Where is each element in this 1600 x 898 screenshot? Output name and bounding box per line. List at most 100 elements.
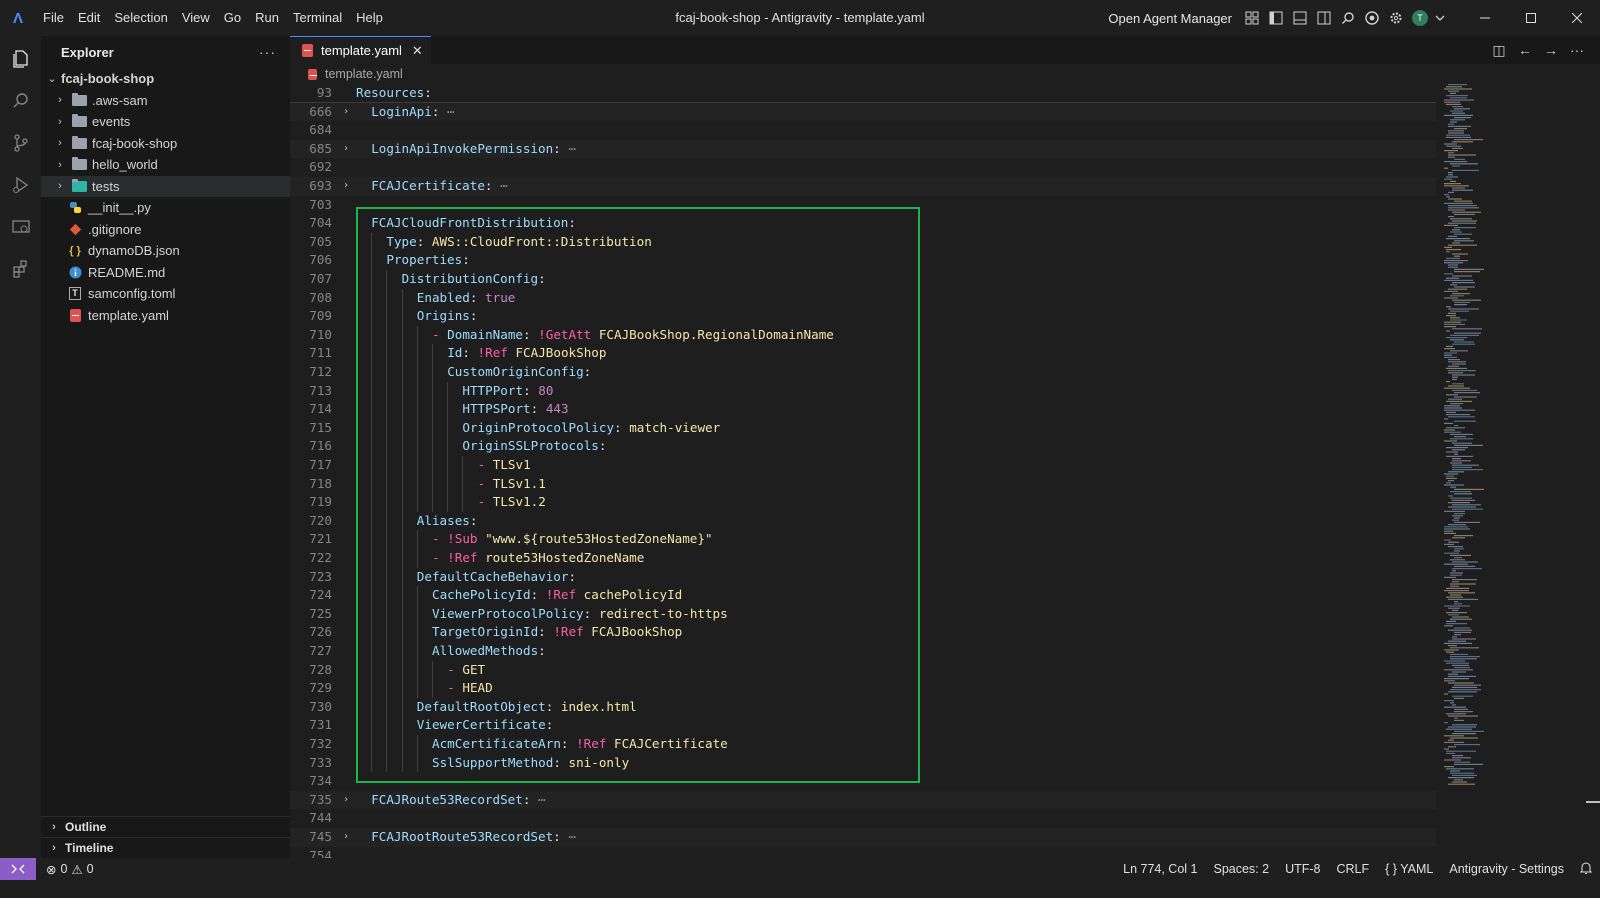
toggle-secondary-sidebar-icon[interactable] <box>1312 0 1336 36</box>
code-line[interactable]: 705 Type: AWS::CloudFront::Distribution <box>290 232 1436 252</box>
tree-folder[interactable]: › .aws-sam <box>41 90 290 112</box>
go-back-icon[interactable]: ← <box>1512 42 1538 58</box>
breadcrumb-file[interactable]: template.yaml <box>325 67 403 81</box>
tree-folder[interactable]: › tests <box>41 175 290 197</box>
code-editor[interactable]: 93 Resources: 666 › LoginApi: ⋯ 684 685 › LoginA… <box>290 84 1436 858</box>
tree-file[interactable]: { } dynamoDB.json <box>41 240 290 262</box>
code-line[interactable]: 709 Origins: <box>290 307 1436 326</box>
close-window-button[interactable] <box>1554 0 1600 36</box>
code-line[interactable]: 729 - HEAD <box>290 679 1436 698</box>
code-line[interactable]: 723 DefaultCacheBehavior: <box>290 567 1436 587</box>
code-line[interactable]: 716 OriginSSLProtocols: <box>290 437 1436 456</box>
tree-file[interactable]: .gitignore <box>41 219 290 241</box>
code-line[interactable]: 724 CachePolicyId: !Ref cachePolicyId <box>290 586 1436 605</box>
indentation[interactable]: Spaces: 2 <box>1205 862 1277 876</box>
fold-chevron-icon[interactable]: › <box>340 177 352 196</box>
vertical-scrollbar[interactable] <box>1556 84 1600 858</box>
menu-help[interactable]: Help <box>349 0 390 36</box>
tree-folder[interactable]: › events <box>41 111 290 133</box>
code-line[interactable]: 721 - !Sub "www.${route53HostedZoneName}" <box>290 530 1436 549</box>
run-debug-icon[interactable] <box>0 164 41 206</box>
account-avatar[interactable]: T <box>1408 0 1432 36</box>
tree-file[interactable]: __init__.py <box>41 197 290 219</box>
folded-code-line[interactable]: 685 › LoginApiInvokePermission: ⋯ <box>290 139 1436 159</box>
code-line[interactable]: 722 - !Ref route53HostedZoneName <box>290 549 1436 568</box>
code-line[interactable]: 731 ViewerCertificate: <box>290 716 1436 735</box>
settings-status[interactable]: Antigravity - Settings <box>1441 862 1572 876</box>
language-mode[interactable]: { } YAML <box>1377 862 1441 876</box>
customize-layout-icon[interactable] <box>1240 0 1264 36</box>
browser-icon[interactable] <box>1360 0 1384 36</box>
code-line[interactable]: 725 ViewerProtocolPolicy: redirect-to-htt… <box>290 604 1436 624</box>
folded-code-line[interactable]: 735 › FCAJRoute53RecordSet: ⋯ <box>290 790 1436 810</box>
tab-template-yaml[interactable]: template.yaml ✕ <box>290 36 431 64</box>
more-actions-icon[interactable]: ··· <box>259 44 276 60</box>
folded-code-line[interactable]: 745 › FCAJRootRoute53RecordSet: ⋯ <box>290 828 1436 847</box>
split-editor-icon[interactable]: ◫ <box>1486 42 1512 59</box>
menu-edit[interactable]: Edit <box>71 0 107 36</box>
cursor-position[interactable]: Ln 774, Col 1 <box>1115 862 1205 876</box>
code-line[interactable]: 684 <box>290 121 1436 140</box>
remote-explorer-icon[interactable] <box>0 206 41 248</box>
fold-chevron-icon[interactable]: › <box>340 140 352 159</box>
tree-file[interactable]: Tsamconfig.toml <box>41 283 290 305</box>
toggle-panel-icon[interactable] <box>1288 0 1312 36</box>
problems-indicator[interactable]: ⊗ 0 ⚠ 0 <box>46 862 94 877</box>
extensions-icon[interactable] <box>0 248 41 290</box>
explorer-icon[interactable] <box>0 38 41 80</box>
code-line[interactable]: 711 Id: !Ref FCAJBookShop <box>290 344 1436 363</box>
code-line[interactable]: 714 HTTPSPort: 443 <box>290 400 1436 419</box>
code-line[interactable]: 719 - TLSv1.2 <box>290 493 1436 512</box>
code-line[interactable]: 717 - TLSv1 <box>290 456 1436 475</box>
code-line[interactable]: 718 - TLSv1.1 <box>290 474 1436 494</box>
code-line[interactable]: 715 OriginProtocolPolicy: match-viewer <box>290 418 1436 438</box>
menu-go[interactable]: Go <box>217 0 248 36</box>
menu-view[interactable]: View <box>175 0 217 36</box>
more-actions-icon[interactable]: ··· <box>1564 42 1590 58</box>
code-line[interactable]: 710 - DomainName: !GetAtt FCAJBookShop.Re… <box>290 325 1436 345</box>
go-forward-icon[interactable]: → <box>1538 42 1564 58</box>
code-line[interactable]: 720 Aliases: <box>290 511 1436 531</box>
code-line[interactable]: 706 Properties: <box>290 251 1436 270</box>
folded-code-line[interactable]: 666 › LoginApi: ⋯ <box>290 102 1436 122</box>
encoding[interactable]: UTF-8 <box>1277 862 1328 876</box>
toggle-primary-sidebar-icon[interactable] <box>1264 0 1288 36</box>
remote-indicator-button[interactable] <box>0 858 36 880</box>
folded-code-line[interactable]: 693 › FCAJCertificate: ⋯ <box>290 177 1436 196</box>
code-line[interactable]: 744 <box>290 809 1436 828</box>
code-line[interactable]: 712 CustomOriginConfig: <box>290 363 1436 382</box>
tree-folder[interactable]: › hello_world <box>41 154 290 176</box>
tree-folder[interactable]: › fcaj-book-shop <box>41 133 290 155</box>
chevron-down-icon[interactable] <box>1432 0 1448 36</box>
close-tab-icon[interactable]: ✕ <box>412 43 423 59</box>
minimap[interactable] <box>1436 84 1556 858</box>
sticky-scroll-line[interactable]: 93 Resources: <box>290 84 1436 103</box>
outline-panel-header[interactable]: › Outline <box>41 816 290 837</box>
open-agent-manager-button[interactable]: Open Agent Manager <box>1108 11 1232 26</box>
tree-file[interactable]: template.yaml <box>41 305 290 327</box>
code-line[interactable]: 730 DefaultRootObject: index.html <box>290 697 1436 717</box>
menu-run[interactable]: Run <box>248 0 286 36</box>
notifications-bell-icon[interactable] <box>1572 861 1600 877</box>
fold-chevron-icon[interactable]: › <box>340 103 352 122</box>
code-line[interactable]: 734 <box>290 772 1436 791</box>
tree-file[interactable]: README.md <box>41 262 290 284</box>
fold-chevron-icon[interactable]: › <box>340 791 352 810</box>
code-line[interactable]: 728 - GET <box>290 660 1436 680</box>
settings-gear-icon[interactable] <box>1384 0 1408 36</box>
code-line[interactable]: 732 AcmCertificateArn: !Ref FCAJCertifica… <box>290 735 1436 754</box>
code-line[interactable]: 703 <box>290 196 1436 215</box>
scrollbar-thumb[interactable] <box>1586 801 1600 803</box>
code-line[interactable]: 707 DistributionConfig: <box>290 270 1436 289</box>
search-icon[interactable] <box>0 80 41 122</box>
menu-terminal[interactable]: Terminal <box>286 0 349 36</box>
maximize-button[interactable] <box>1508 0 1554 36</box>
code-line[interactable]: 726 TargetOriginId: !Ref FCAJBookShop <box>290 623 1436 642</box>
end-of-line[interactable]: CRLF <box>1329 862 1378 876</box>
timeline-panel-header[interactable]: › Timeline <box>41 837 290 858</box>
code-line[interactable]: 733 SslSupportMethod: sni-only <box>290 753 1436 773</box>
code-line[interactable]: 754 <box>290 847 1436 858</box>
search-icon[interactable] <box>1336 0 1360 36</box>
code-line[interactable]: 692 <box>290 158 1436 177</box>
code-line[interactable]: 708 Enabled: true <box>290 288 1436 308</box>
